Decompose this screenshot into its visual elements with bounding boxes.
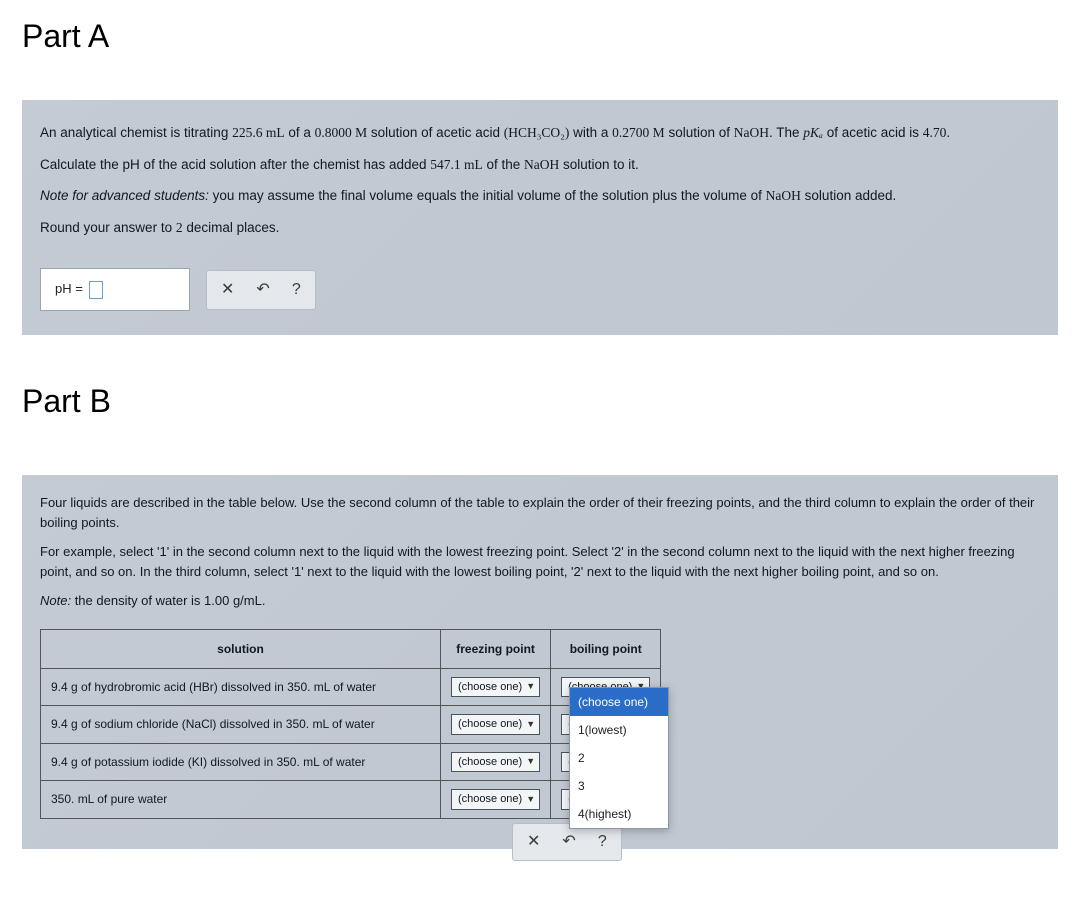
pka-value: 4.70 [923, 125, 947, 140]
dropdown-option-4[interactable]: 4(highest) [570, 800, 668, 828]
select-label: (choose one) [458, 754, 522, 771]
freezing-select-3[interactable]: (choose one) ▼ [451, 752, 540, 773]
table-row: 9.4 g of potassium iodide (KI) dissolved… [41, 743, 661, 781]
text: . The [769, 125, 803, 140]
base: NaOH [524, 157, 559, 172]
solution-cell: 9.4 g of hydrobromic acid (HBr) dissolve… [41, 668, 441, 706]
dropdown-option-placeholder[interactable]: (choose one) [570, 688, 668, 716]
text: An analytical chemist is titrating [40, 125, 232, 140]
text: decimal places. [183, 220, 280, 235]
text: Calculate the pH of the acid solution af… [40, 157, 430, 172]
header-freezing: freezing point [441, 629, 551, 668]
note-label: Note: [40, 593, 71, 608]
freezing-select-2[interactable]: (choose one) ▼ [451, 714, 540, 735]
part-a-title: Part A [0, 0, 1080, 65]
part-b-title: Part B [0, 365, 1080, 430]
help-icon[interactable]: ? [292, 277, 301, 303]
freezing-select-4[interactable]: (choose one) ▼ [451, 789, 540, 810]
header-boiling: boiling point [551, 629, 661, 668]
decimals: 2 [176, 220, 183, 235]
header-solution: solution [41, 629, 441, 668]
solution-cell: 9.4 g of sodium chloride (NaCl) dissolve… [41, 706, 441, 744]
undo-icon[interactable]: ↶ [562, 830, 575, 854]
tool-row: ✕ ↶ ? [206, 270, 316, 310]
table-row: 350. mL of pure water (choose one) ▼ (cho… [41, 781, 661, 819]
select-label: (choose one) [458, 716, 522, 733]
text: of the [483, 157, 524, 172]
boiling-dropdown-open[interactable]: (choose one) 1(lowest) 2 3 4(highest) [569, 687, 669, 829]
freezing-select-1[interactable]: (choose one) ▼ [451, 677, 540, 698]
density: 1.00 g/mL [204, 593, 262, 608]
base: NaOH [766, 188, 801, 203]
select-label: (choose one) [458, 679, 522, 696]
note-line: Note for advanced students: you may assu… [40, 185, 1040, 207]
table-row: 9.4 g of sodium chloride (NaCl) dissolve… [41, 706, 661, 744]
dropdown-option-1[interactable]: 1(lowest) [570, 716, 668, 744]
pka-label: pKₐ [803, 125, 823, 140]
dropdown-option-2[interactable]: 2 [570, 744, 668, 772]
clear-icon[interactable]: ✕ [527, 830, 540, 854]
chevron-down-icon: ▼ [526, 755, 535, 769]
text: solution added. [801, 188, 896, 203]
table-row: 9.4 g of hydrobromic acid (HBr) dissolve… [41, 668, 661, 706]
conc-2: 0.2700 M [612, 125, 665, 140]
select-label: (choose one) [458, 791, 522, 808]
intro-2: For example, select '1' in the second co… [40, 542, 1040, 581]
undo-icon[interactable]: ↶ [256, 277, 269, 303]
problem-line-1: An analytical chemist is titrating 225.6… [40, 122, 1040, 144]
volume-1: 225.6 mL [232, 125, 285, 140]
formula: (HCH₃CO₂) [504, 125, 570, 140]
chevron-down-icon: ▼ [526, 680, 535, 694]
text: solution to it. [559, 157, 639, 172]
base: NaOH [734, 125, 769, 140]
volume-2: 547.1 mL [430, 157, 483, 172]
problem-line-2: Calculate the pH of the acid solution af… [40, 154, 1040, 176]
text: of acetic acid is [823, 125, 923, 140]
text: you may assume the final volume equals t… [209, 188, 766, 203]
solution-cell: 350. mL of pure water [41, 781, 441, 819]
note-label: Note for advanced students: [40, 188, 209, 203]
conc-1: 0.8000 M [315, 125, 368, 140]
clear-icon[interactable]: ✕ [221, 277, 234, 303]
ph-label: pH = [55, 279, 83, 300]
round-line: Round your answer to 2 decimal places. [40, 217, 1040, 239]
solution-cell: 9.4 g of potassium iodide (KI) dissolved… [41, 743, 441, 781]
text: solution of acetic acid [367, 125, 504, 140]
intro-1: Four liquids are described in the table … [40, 493, 1040, 532]
help-icon[interactable]: ? [598, 830, 607, 854]
answer-row: pH = ✕ ↶ ? [40, 268, 1040, 311]
part-a-panel: An analytical chemist is titrating 225.6… [22, 100, 1058, 335]
chevron-down-icon: ▼ [526, 718, 535, 732]
chevron-down-icon: ▼ [526, 793, 535, 807]
ph-answer-box[interactable]: pH = [40, 268, 190, 311]
text: solution of [665, 125, 734, 140]
text: Round your answer to [40, 220, 176, 235]
note-b: Note: the density of water is 1.00 g/mL. [40, 591, 1040, 611]
text: . [262, 593, 266, 608]
dropdown-option-3[interactable]: 3 [570, 772, 668, 800]
text: with a [569, 125, 612, 140]
part-b-panel: Four liquids are described in the table … [22, 475, 1058, 849]
ph-input[interactable] [89, 281, 103, 299]
text: the density of water is [71, 593, 204, 608]
text: . [946, 125, 950, 140]
text: of a [285, 125, 315, 140]
